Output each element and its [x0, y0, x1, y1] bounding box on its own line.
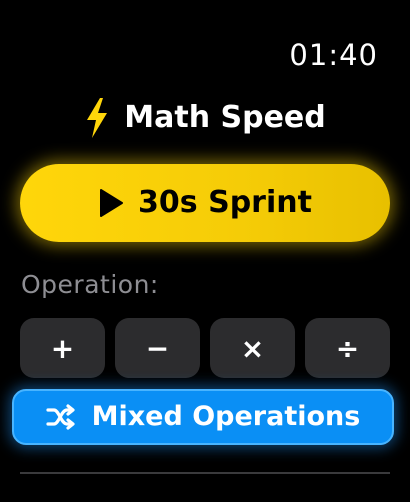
operation-picker: + − × ÷: [20, 318, 390, 378]
clock-time: 01:40: [289, 38, 378, 72]
minus-icon: −: [145, 331, 170, 365]
shuffle-icon: [46, 404, 75, 430]
app-header: Math Speed: [0, 98, 410, 138]
sprint-button[interactable]: 30s Sprint: [20, 164, 390, 242]
mixed-operations-button[interactable]: Mixed Operations: [12, 389, 394, 445]
times-icon: ×: [240, 331, 265, 365]
divide-button[interactable]: ÷: [305, 318, 390, 378]
add-button[interactable]: +: [20, 318, 105, 378]
operation-label: Operation:: [21, 270, 159, 299]
play-icon: [100, 189, 124, 217]
app-title: Math Speed: [124, 100, 326, 135]
bolt-icon: [87, 98, 108, 138]
subtract-button[interactable]: −: [115, 318, 200, 378]
sprint-button-label: 30s Sprint: [138, 185, 312, 220]
plus-icon: +: [50, 331, 75, 365]
divider: [20, 472, 390, 474]
divide-icon: ÷: [335, 331, 360, 365]
mixed-operations-label: Mixed Operations: [91, 401, 361, 432]
multiply-button[interactable]: ×: [210, 318, 295, 378]
